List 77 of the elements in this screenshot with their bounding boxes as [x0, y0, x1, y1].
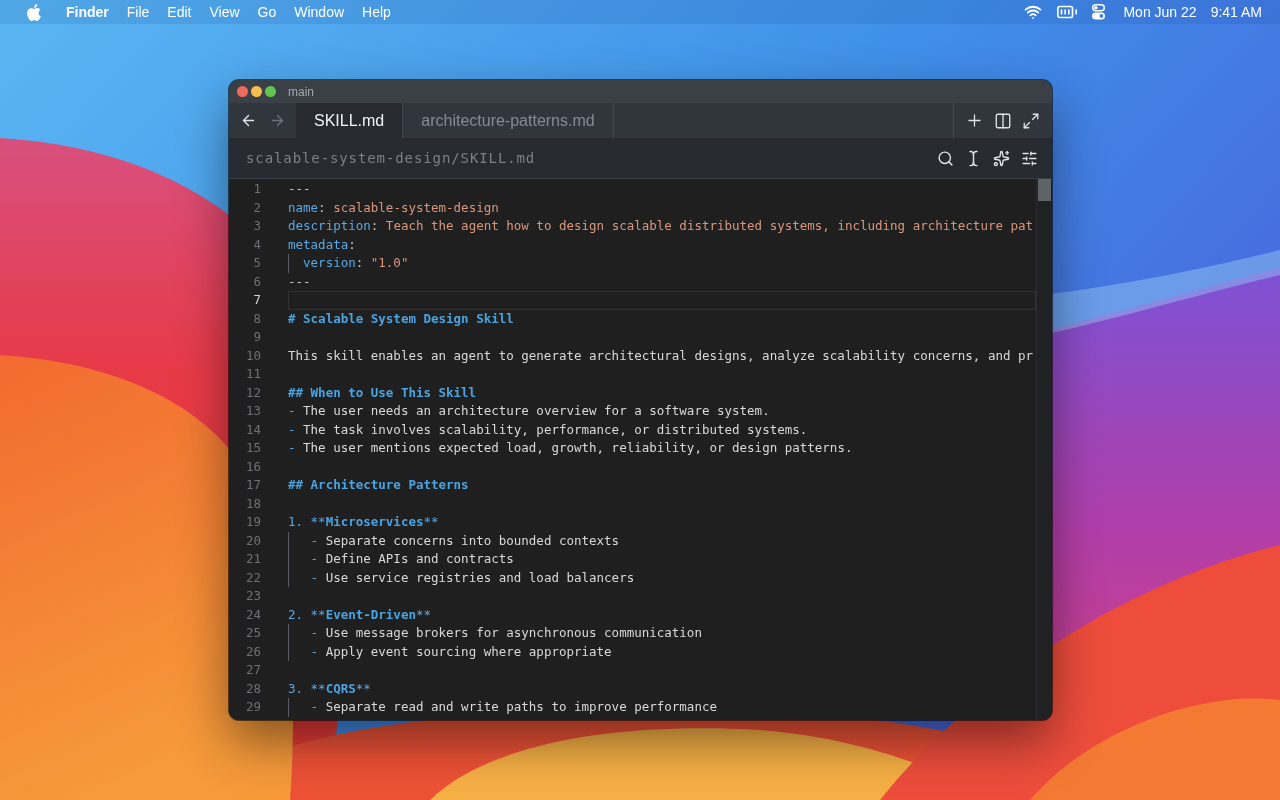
- sliders-icon: [1021, 149, 1038, 167]
- code-line: 1. **Microservices**: [288, 513, 439, 531]
- menu-item[interactable]: Go: [257, 4, 277, 20]
- code-line: - The task involves scalability, performance, or distributed systems.: [288, 420, 808, 439]
- sparkle-icon: [993, 149, 1010, 167]
- line-number: 21: [245, 551, 261, 566]
- code-line: - Use message brokers for asynchronous communication: [309, 624, 702, 642]
- close-button[interactable]: [237, 86, 248, 97]
- line-number: 25: [245, 625, 261, 640]
- line-number: 20: [245, 532, 261, 548]
- menu-item[interactable]: File: [126, 4, 150, 20]
- line-number: 29: [245, 699, 261, 714]
- code-line: ## Architecture Patterns: [288, 476, 469, 494]
- window-title: main: [288, 84, 314, 99]
- code-line: name: scalable-system-design: [288, 198, 499, 217]
- line-number: 27: [245, 662, 261, 677]
- scrollbar-track[interactable]: [1036, 179, 1052, 720]
- line-number: 11: [245, 366, 261, 381]
- file-path: scalable-system-design/SKILL.md: [246, 150, 536, 166]
- code-line: This skill enables an agent to generate architectural designs, analyze scalability concerns, and pr: [288, 346, 1034, 365]
- menu-item[interactable]: View: [209, 4, 240, 20]
- code-line: version: "1.0": [302, 254, 409, 272]
- line-number: 1: [253, 181, 261, 196]
- line-number: 7: [253, 292, 261, 307]
- code-line: - The user mentions expected load, growth, reliability, or design patterns.: [288, 439, 853, 457]
- line-number: 2: [253, 199, 261, 215]
- line-number: 28: [245, 680, 261, 696]
- line-number: 8: [253, 310, 261, 326]
- line-number: 13: [245, 403, 261, 418]
- code-line: ---: [288, 180, 311, 198]
- line-number: 16: [245, 458, 261, 474]
- line-number: 22: [245, 569, 261, 585]
- line-number: 4: [253, 236, 261, 252]
- line-number: 12: [245, 384, 261, 400]
- wifi-icon[interactable]: [1024, 3, 1043, 21]
- apple-logo-icon[interactable]: [27, 3, 41, 21]
- code-line: ## When to Use This Skill: [288, 383, 477, 402]
- line-number: 26: [245, 643, 261, 659]
- plus-icon: [965, 111, 984, 130]
- scrollbar-thumb[interactable]: [1038, 179, 1051, 201]
- code-line: 2. **Event-Driven**: [288, 605, 431, 624]
- app-menu[interactable]: Finder: [66, 4, 109, 20]
- code-line: - Separate concerns into bounded contexts: [309, 531, 620, 550]
- line-number: 3: [253, 218, 261, 233]
- line-number: 9: [253, 329, 261, 344]
- minimize-button[interactable]: [251, 86, 262, 97]
- code-line: # Scalable System Design Skill: [288, 309, 514, 328]
- code-line: - Use service registries and load balancers: [309, 568, 635, 587]
- code-line: - The user needs an architecture overview for a software system.: [288, 402, 770, 420]
- expand-icon: [1022, 111, 1040, 130]
- code-line: - Define APIs and contracts: [309, 550, 514, 568]
- line-number: 5: [253, 255, 261, 270]
- columns-icon: [994, 111, 1012, 130]
- code-line: 3. **CQRS**: [288, 679, 371, 698]
- menu-item[interactable]: Edit: [167, 4, 192, 20]
- code-line: ---: [288, 272, 311, 291]
- menu-bar-date[interactable]: Mon Jun 22: [1123, 4, 1197, 20]
- zoom-button[interactable]: [265, 86, 276, 97]
- line-number: 23: [245, 588, 261, 603]
- line-number: 24: [245, 606, 261, 622]
- menu-item[interactable]: Help: [362, 4, 391, 20]
- line-number: 10: [245, 347, 261, 363]
- code-line: metadata:: [288, 235, 356, 254]
- file-tab[interactable]: SKILL.md: [296, 103, 404, 138]
- menu-bar-clock[interactable]: 9:41 AM: [1210, 4, 1262, 20]
- line-number: 14: [245, 421, 261, 437]
- line-number: 18: [245, 495, 261, 511]
- code-line: - Apply event sourcing where appropriate: [309, 642, 612, 661]
- search-icon: [937, 149, 954, 167]
- line-number: 6: [253, 273, 261, 289]
- menu-item[interactable]: Window: [294, 4, 345, 20]
- line-number: 15: [245, 440, 261, 455]
- line-number: 19: [245, 514, 261, 529]
- code-line: - Separate read and write paths to improve performance: [309, 698, 717, 716]
- line-number: 17: [245, 477, 261, 492]
- toggles-icon[interactable]: [1092, 4, 1106, 20]
- code-line: description: Teach the agent how to design scalable distributed systems, including architecture pat: [288, 217, 1034, 235]
